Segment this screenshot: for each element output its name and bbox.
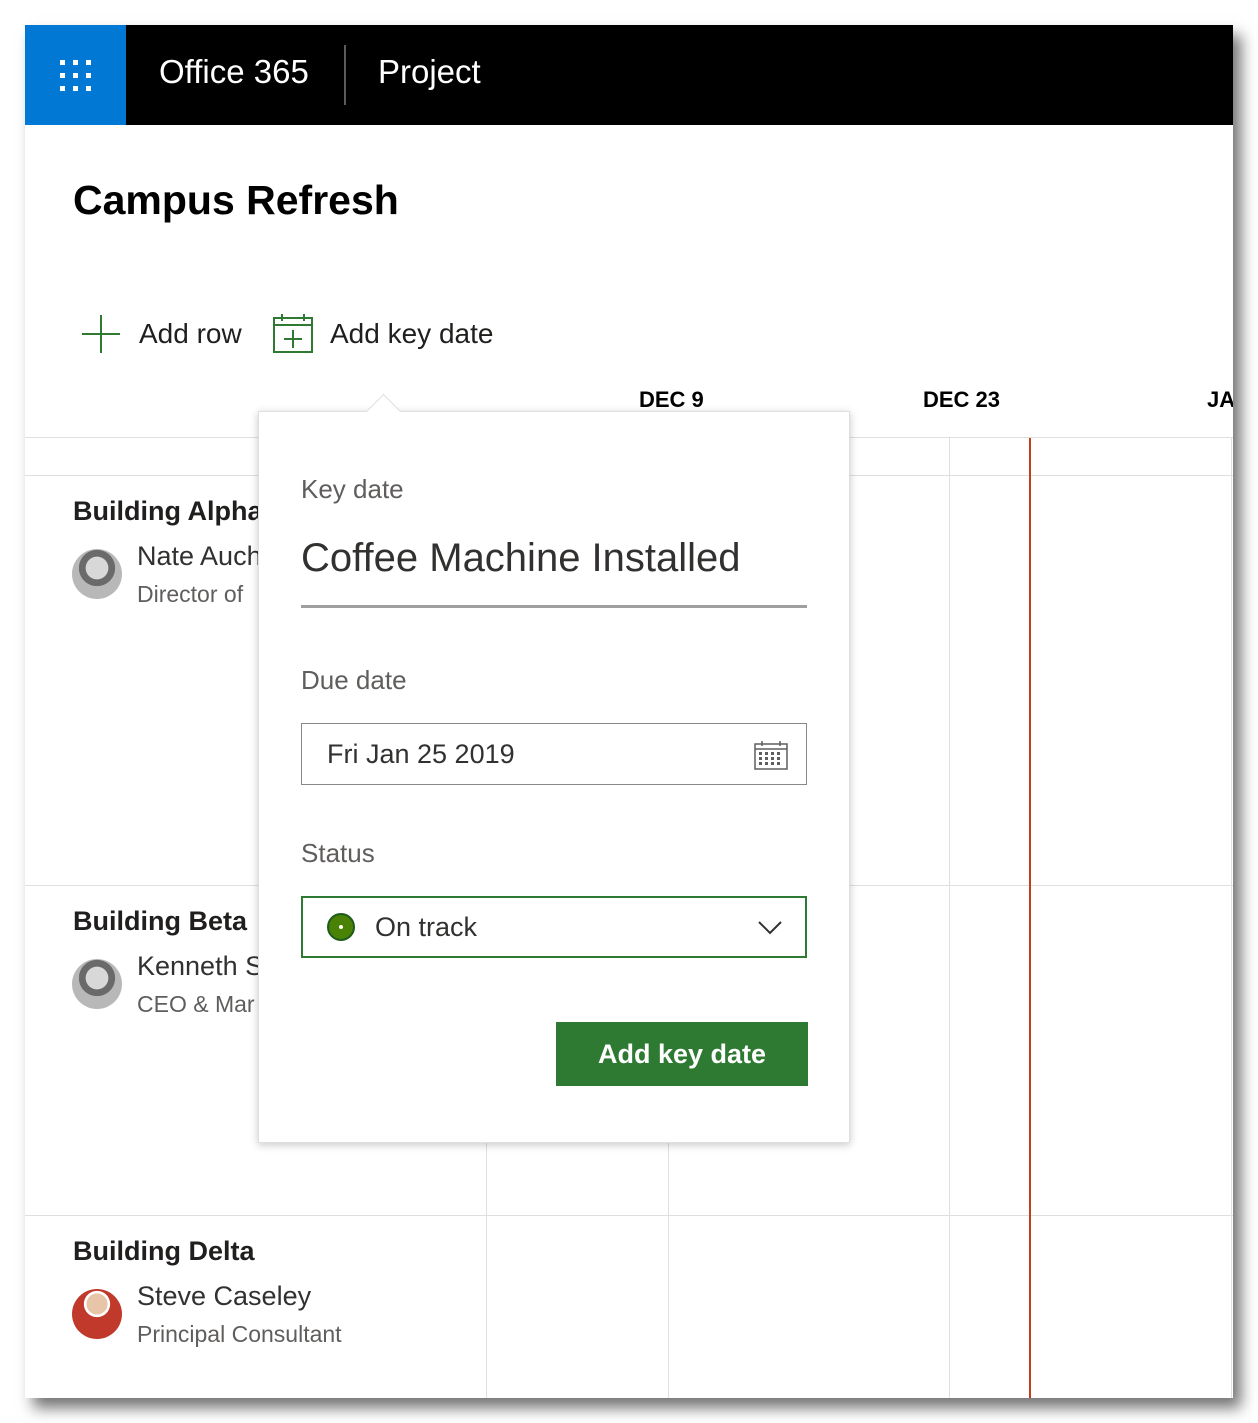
suite-header: Office 365 Project	[25, 25, 1233, 125]
status-label: Status	[301, 838, 375, 868]
add-row-label: Add row	[139, 318, 242, 349]
plus-icon	[82, 315, 120, 353]
add-key-date-submit-button[interactable]: Add key date	[556, 1022, 808, 1086]
row-owner-name: Kenneth S	[137, 951, 264, 981]
calendar-icon[interactable]	[754, 740, 788, 770]
due-date-label: Due date	[301, 665, 407, 695]
key-date-title-input[interactable]: Coffee Machine Installed	[301, 536, 807, 608]
row-owner-name: Nate Auch	[137, 541, 262, 571]
app-launcher-button[interactable]	[25, 25, 126, 125]
avatar	[72, 1289, 122, 1339]
waffle-icon	[60, 59, 91, 91]
due-date-picker[interactable]: Fri Jan 25 2019	[301, 723, 807, 785]
grid-column-line	[1231, 437, 1232, 1398]
status-dropdown[interactable]: On track	[301, 896, 807, 958]
page-title: Campus Refresh	[73, 177, 399, 223]
row-owner-role: CEO & Mar	[137, 991, 255, 1017]
header-divider	[344, 45, 346, 105]
add-key-date-label: Add key date	[330, 318, 494, 349]
app-window: Office 365 Project Campus Refresh Add ro…	[25, 25, 1233, 1398]
timeline-header-dec-9: DEC 9	[639, 387, 704, 412]
suite-brand-link[interactable]: Office 365	[159, 53, 309, 91]
timeline-header-jan: JA	[1207, 387, 1233, 412]
row-divider	[25, 1215, 1233, 1216]
avatar	[72, 549, 122, 599]
row-owner-name: Steve Caseley	[137, 1281, 312, 1311]
row-title-building-alpha[interactable]: Building Alpha	[73, 496, 262, 527]
timeline-header-dec-23: DEC 23	[923, 387, 1001, 412]
status-dot-icon	[327, 913, 355, 941]
row-owner-role: Principal Consultant	[137, 1321, 342, 1347]
add-row-button[interactable]: Add row	[79, 312, 242, 356]
add-key-date-command[interactable]: Add key date	[272, 312, 493, 356]
grid-column-line	[949, 437, 950, 1398]
row-owner-role: Director of	[137, 581, 244, 607]
key-date-callout: Key date Coffee Machine Installed Due da…	[258, 411, 850, 1143]
calendar-add-icon	[273, 314, 313, 353]
chevron-down-icon	[758, 921, 782, 935]
status-value: On track	[375, 911, 478, 942]
key-date-label: Key date	[301, 474, 404, 504]
avatar	[72, 959, 122, 1009]
due-date-value: Fri Jan 25 2019	[327, 738, 515, 769]
today-marker-line	[1029, 438, 1031, 1398]
app-name-link[interactable]: Project	[378, 53, 481, 91]
row-title-building-beta[interactable]: Building Beta	[73, 906, 247, 937]
row-title-building-delta[interactable]: Building Delta	[73, 1236, 255, 1267]
